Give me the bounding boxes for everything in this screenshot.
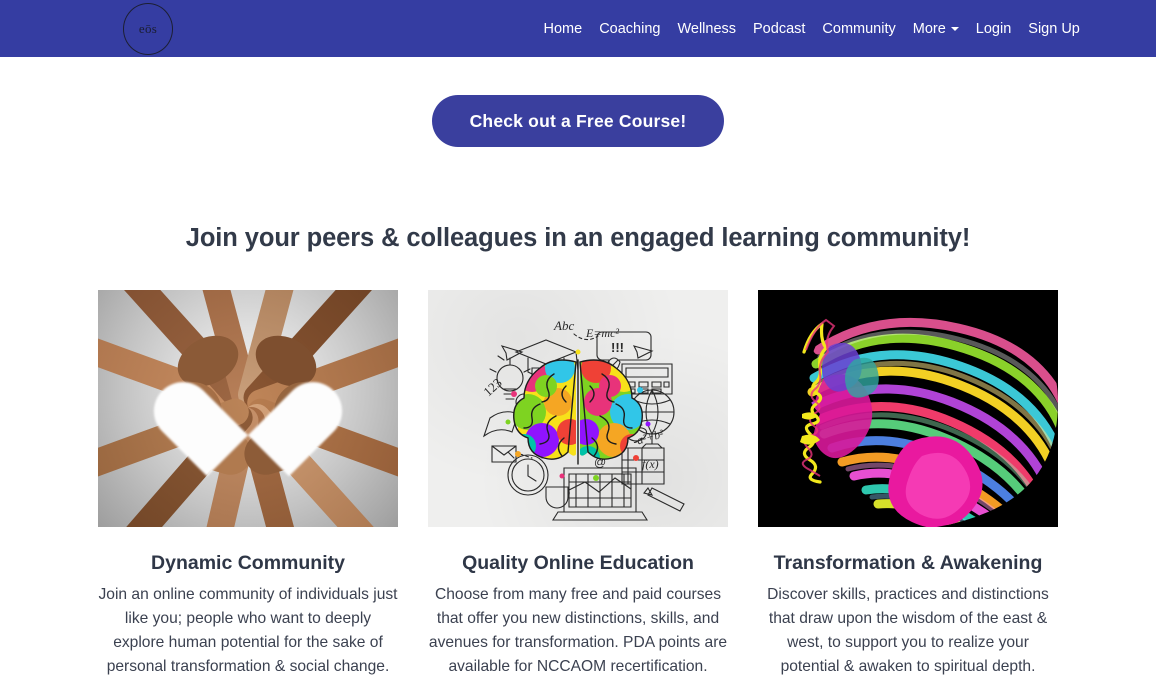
card-title: Quality Online Education xyxy=(462,552,694,574)
nav-item-more-label: More xyxy=(912,20,946,37)
svg-text:Abc: Abc xyxy=(553,318,574,333)
brain-doodle-svg: Abc E=mc² !!! 123 a²+b² f(x) @ xyxy=(480,318,685,521)
nav-item-signup[interactable]: Sign Up xyxy=(1020,15,1089,43)
card-title: Dynamic Community xyxy=(151,552,345,574)
site-header: eōs Home Coaching Wellness Podcast Commu… xyxy=(0,0,1156,57)
feature-cards: Dynamic Community Join an online communi… xyxy=(98,290,1058,678)
card-body: Join an online community of individuals … xyxy=(98,586,398,675)
heart-shape xyxy=(190,343,306,447)
svg-text:!!!: !!! xyxy=(611,340,624,355)
nav-item-wellness[interactable]: Wellness xyxy=(669,15,745,43)
svg-text:123: 123 xyxy=(480,375,505,399)
brand-logo[interactable]: eōs xyxy=(123,3,173,55)
free-course-button[interactable]: Check out a Free Course! xyxy=(431,95,725,147)
svg-text:E=mc²: E=mc² xyxy=(585,326,619,340)
card-quality-online-education: Abc E=mc² !!! 123 a²+b² f(x) @ Quality O… xyxy=(428,290,728,678)
nav-item-coaching[interactable]: Coaching xyxy=(591,15,669,43)
svg-text:f(x): f(x) xyxy=(642,457,659,471)
colorful-face-svg xyxy=(758,290,1058,527)
page-title: Join your peers & colleagues in an engag… xyxy=(185,224,971,252)
brand-logo-label: eōs xyxy=(138,21,158,36)
card-transformation-awakening: Transformation & Awakening Discover skil… xyxy=(758,290,1058,678)
card-body: Discover skills, practices and distincti… xyxy=(767,586,1049,675)
nav-item-login[interactable]: Login xyxy=(967,15,1019,43)
brain-doodle-image: Abc E=mc² !!! 123 a²+b² f(x) @ xyxy=(428,290,728,527)
cta-section: Check out a Free Course! xyxy=(0,95,1156,147)
brain-illustration xyxy=(505,349,651,481)
chevron-down-icon xyxy=(950,26,959,31)
hands-heart-image xyxy=(98,290,398,527)
nav-item-community[interactable]: Community xyxy=(814,15,904,43)
nav-item-more[interactable]: More xyxy=(904,15,967,43)
nav-item-home[interactable]: Home xyxy=(535,15,591,43)
card-dynamic-community: Dynamic Community Join an online communi… xyxy=(98,290,398,678)
colorful-face-image xyxy=(758,290,1058,527)
nav-item-podcast[interactable]: Podcast xyxy=(745,15,814,43)
card-body: Choose from many free and paid courses t… xyxy=(428,586,728,675)
card-title: Transformation & Awakening xyxy=(773,552,1043,574)
main-navigation: Home Coaching Wellness Podcast Community… xyxy=(535,0,1088,57)
